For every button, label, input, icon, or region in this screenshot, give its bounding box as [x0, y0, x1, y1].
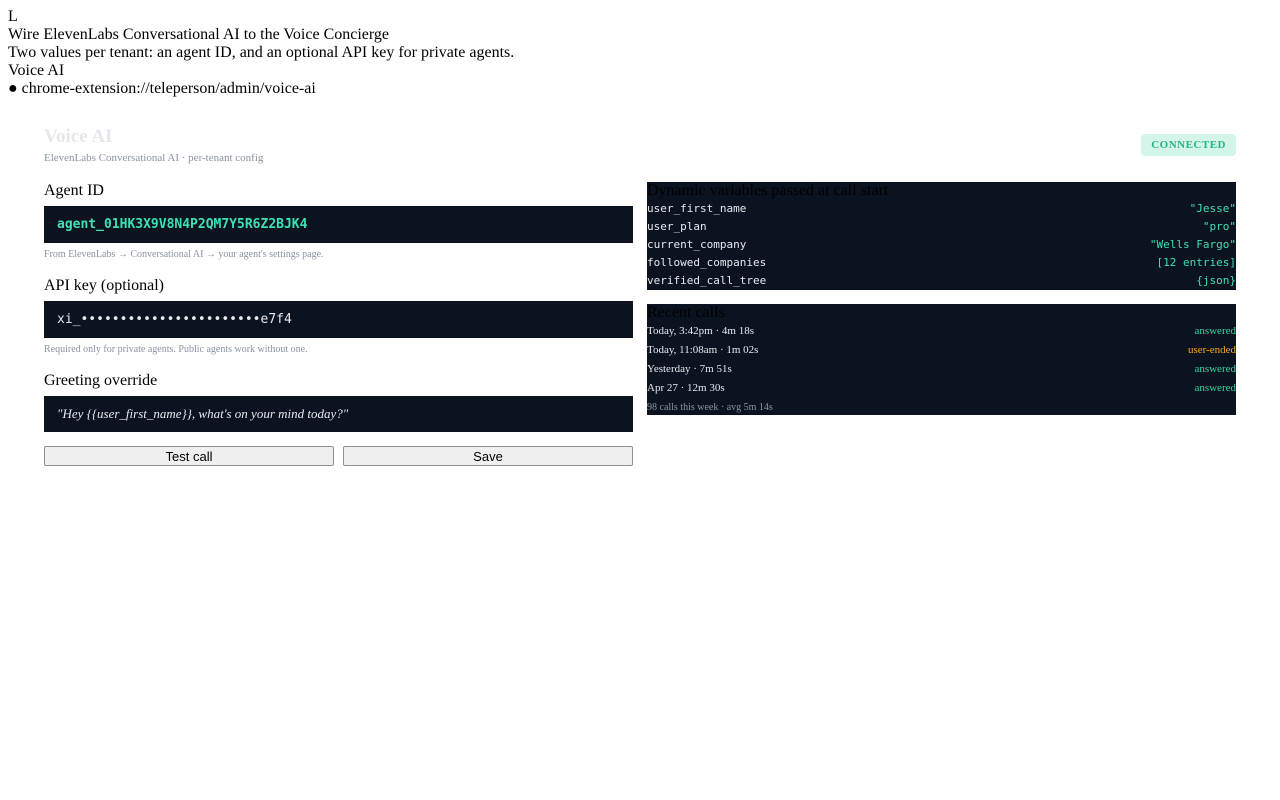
api-key-hint: Required only for private agents. Public… [44, 344, 308, 355]
api-key-value: xi_•••••••••••••••••••••••e7f4 [57, 312, 292, 327]
variables-title: Dynamic variables passed at call start [647, 182, 889, 199]
voice-ai-panel: Voice AI ElevenLabs Conversational AI · … [44, 126, 1236, 466]
variable-value: "pro" [1202, 220, 1236, 233]
variable-value: [12 entries] [1156, 256, 1236, 269]
call-time: Yesterday · 7m 51s [647, 363, 732, 375]
url-text: chrome-extension://teleperson/admin/voic… [21, 80, 316, 97]
variable-row: current_company "Wells Fargo" [647, 236, 1236, 254]
call-status: user-ended [1187, 344, 1236, 356]
headline: Wire ElevenLabs Conversational AI to the… [8, 26, 390, 43]
call-time: Today, 3:42pm · 4m 18s [647, 325, 754, 337]
variable-value: "Jesse" [1189, 202, 1236, 215]
agent-id-label: Agent ID [44, 182, 104, 199]
panel-subtitle: ElevenLabs Conversational AI · per-tenan… [44, 152, 264, 164]
variable-key: current_company [647, 238, 747, 251]
save-button[interactable]: Save [343, 446, 633, 466]
logo-letter: L [8, 8, 18, 25]
variable-key: user_first_name [647, 202, 747, 215]
variable-row: verified_call_tree {json} [647, 272, 1236, 290]
page-header: L Wire ElevenLabs Conversational AI to t… [0, 0, 1280, 98]
variable-key: user_plan [647, 220, 707, 233]
calls-summary: 98 calls this week · avg 5m 14s [647, 402, 773, 413]
call-status: answered [1194, 382, 1236, 394]
agent-id-field[interactable]: agent_01HK3X9V8N4P2QM7Y5R6Z2BJK4 [44, 206, 633, 243]
agent-id-value: agent_01HK3X9V8N4P2QM7Y5R6Z2BJK4 [57, 217, 308, 232]
call-row[interactable]: Today, 11:08am · 1m 02s user-ended [647, 341, 1236, 360]
recent-calls-title: Recent calls [647, 304, 725, 321]
greeting-field[interactable]: "Hey {{user_first_name}}, what's on your… [44, 396, 633, 432]
url-bar[interactable]: ● chrome-extension://teleperson/admin/vo… [0, 80, 1280, 98]
status-badge: CONNECTED [1141, 134, 1236, 156]
call-row[interactable]: Apr 27 · 12m 30s answered [647, 379, 1236, 398]
call-time: Apr 27 · 12m 30s [647, 382, 725, 394]
config-form: Agent ID agent_01HK3X9V8N4P2QM7Y5R6Z2BJK… [44, 182, 633, 466]
test-call-button[interactable]: Test call [44, 446, 334, 466]
agent-id-hint: From ElevenLabs → Conversational AI → yo… [44, 249, 324, 260]
section-title: Voice AI [8, 62, 65, 79]
call-status: answered [1194, 363, 1236, 375]
call-status: answered [1194, 325, 1236, 337]
url-status-dot-icon: ● [8, 80, 18, 97]
variable-value: {json} [1196, 274, 1236, 287]
panel-title: Voice AI [44, 126, 113, 147]
dynamic-variables-box: Dynamic variables passed at call start u… [647, 182, 1236, 290]
variable-key: followed_companies [647, 256, 767, 269]
greeting-value: "Hey {{user_first_name}}, what's on your… [57, 406, 349, 421]
variable-row: followed_companies [12 entries] [647, 254, 1236, 272]
greeting-label: Greeting override [44, 372, 158, 389]
recent-calls-box: Recent calls Today, 3:42pm · 4m 18s answe… [647, 304, 1236, 415]
api-key-field[interactable]: xi_•••••••••••••••••••••••e7f4 [44, 301, 633, 338]
call-row[interactable]: Today, 3:42pm · 4m 18s answered [647, 322, 1236, 341]
variable-row: user_plan "pro" [647, 218, 1236, 236]
variable-key: verified_call_tree [647, 274, 767, 287]
variable-value: "Wells Fargo" [1149, 238, 1236, 251]
variable-row: user_first_name "Jesse" [647, 200, 1236, 218]
api-key-label: API key (optional) [44, 277, 164, 294]
call-time: Today, 11:08am · 1m 02s [647, 344, 759, 356]
call-row[interactable]: Yesterday · 7m 51s answered [647, 360, 1236, 379]
subline: Two values per tenant: an agent ID, and … [8, 44, 515, 61]
